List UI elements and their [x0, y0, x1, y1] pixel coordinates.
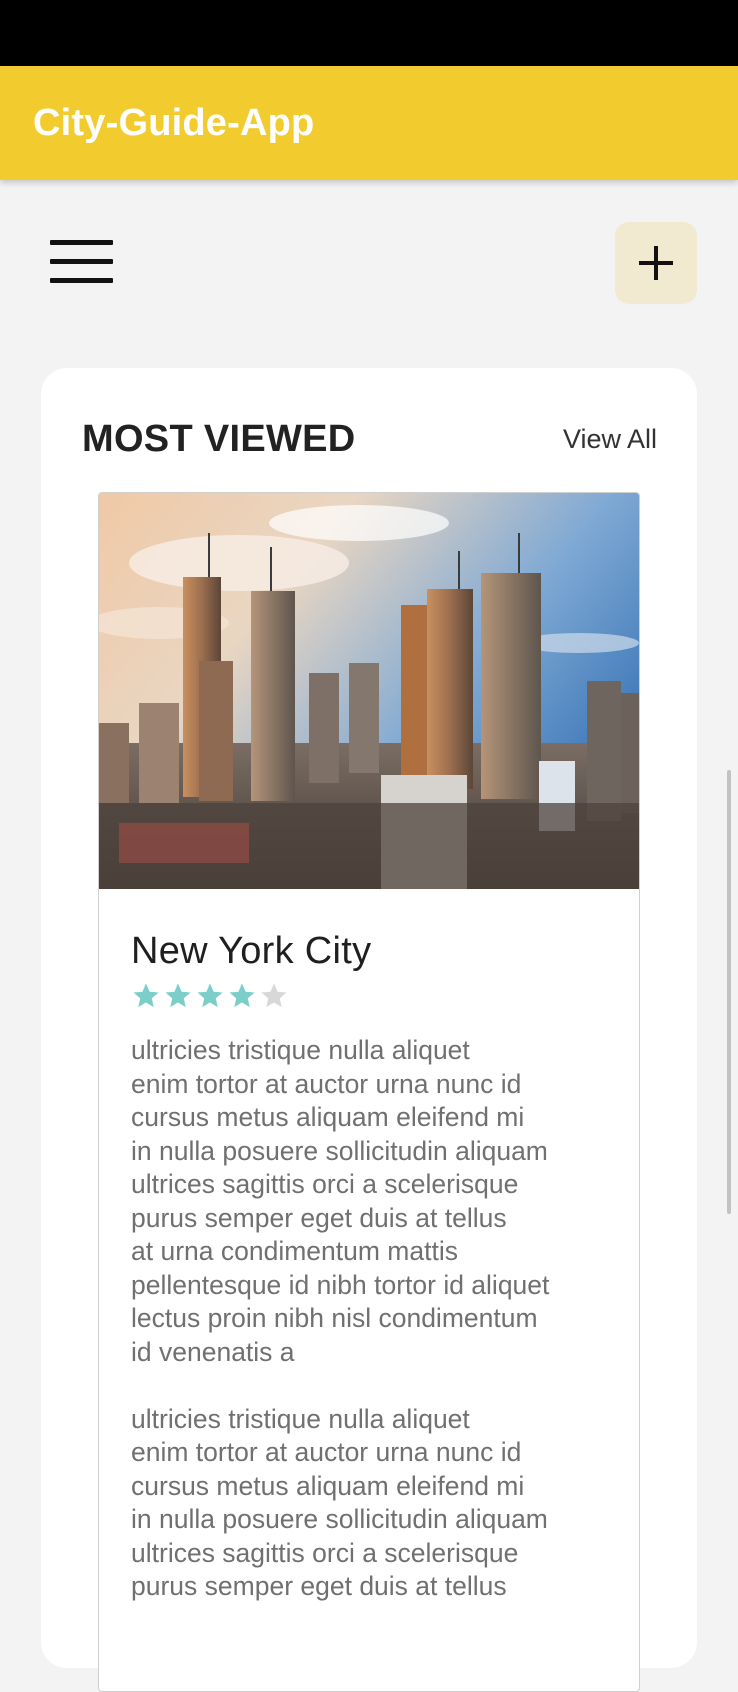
- status-bar: [0, 0, 738, 66]
- city-card[interactable]: New York City ultricies tristique nulla …: [98, 492, 640, 1692]
- star-icon: [197, 983, 223, 1008]
- scrollbar[interactable]: [727, 770, 731, 1214]
- city-description: ultricies tristique nulla aliquet enim t…: [131, 1035, 550, 1601]
- star-icon: [229, 983, 255, 1008]
- view-all-link[interactable]: View All: [563, 424, 657, 455]
- most-viewed-panel: MOST VIEWED View All New York City ultri…: [41, 368, 697, 1692]
- star-icon: [133, 983, 159, 1008]
- plus-icon: [639, 246, 673, 280]
- section-title: MOST VIEWED: [82, 418, 356, 460]
- star-icon: [261, 983, 287, 1008]
- add-button[interactable]: [615, 222, 697, 304]
- star-rating: [131, 981, 289, 1011]
- hamburger-menu-icon[interactable]: [50, 240, 114, 284]
- city-skyline-image: [99, 493, 639, 889]
- star-icon: [165, 983, 191, 1008]
- app-title: City-Guide-App: [33, 102, 315, 144]
- app-bar: City-Guide-App: [0, 66, 738, 180]
- city-title: New York City: [131, 930, 372, 972]
